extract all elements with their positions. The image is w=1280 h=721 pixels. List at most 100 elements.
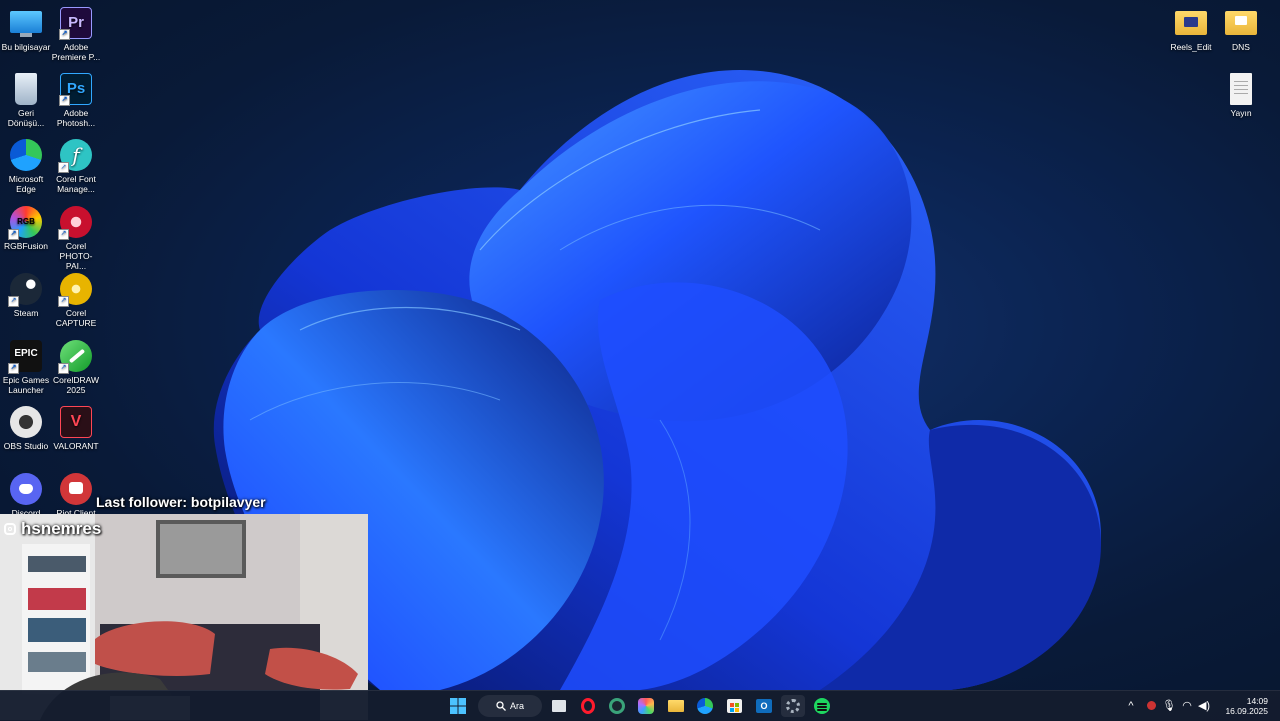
- rgbfusion-icon: RGB ↗: [8, 206, 42, 240]
- desktop-icon-label: Steam: [13, 308, 39, 318]
- spotify-icon: [814, 698, 830, 714]
- coreldraw-icon: ↗: [58, 340, 92, 374]
- recycle-bin-icon: [15, 73, 37, 105]
- shortcut-arrow-icon: ↗: [59, 29, 70, 40]
- volume-icon[interactable]: ◀): [1197, 699, 1211, 713]
- desktop-icon-discord[interactable]: Discord: [0, 473, 52, 518]
- tray-app-icon[interactable]: [1144, 699, 1158, 713]
- desktop-icon-label: DNS: [1232, 42, 1250, 52]
- wifi-icon[interactable]: ◠: [1180, 699, 1194, 713]
- chevron-up-icon[interactable]: ^: [1124, 699, 1138, 713]
- search-icon: [496, 701, 506, 711]
- taskbar-app-circle[interactable]: [605, 695, 629, 717]
- folder-icon: [1225, 11, 1257, 35]
- desktop-icon-label: Adobe Photosh...: [56, 108, 96, 128]
- desktop-icon-rgbfusion[interactable]: RGB ↗ RGBFusion: [0, 206, 52, 251]
- desktop-icon-label: Corel PHOTO-PAI...: [59, 241, 93, 271]
- desktop-icon-label: Corel Font Manage...: [56, 174, 96, 194]
- epic-games-icon: EPIC ↗: [8, 340, 42, 374]
- edge-icon: [697, 698, 713, 714]
- desktop-icon-corel-capture[interactable]: ↗ Corel CAPTURE: [50, 273, 102, 328]
- premiere-icon: Pr ↗: [59, 7, 92, 40]
- desktop-icon-premiere[interactable]: Pr ↗ Adobe Premiere P...: [50, 7, 102, 62]
- desktop-icon-riot-client[interactable]: Riot Client: [50, 473, 102, 518]
- desktop-icon-label: OBS Studio: [3, 441, 49, 451]
- task-view-button[interactable]: [547, 695, 571, 717]
- shortcut-arrow-icon: ↗: [8, 296, 19, 307]
- desktop-icon-valorant[interactable]: V VALORANT: [50, 406, 102, 451]
- taskbar: Ara O ^ 🎙 ◠ ◀) 14:09 16.09.2025: [0, 690, 1280, 721]
- taskbar-settings[interactable]: [781, 695, 805, 717]
- taskbar-spotify[interactable]: [810, 695, 834, 717]
- shortcut-arrow-icon: ↗: [58, 229, 69, 240]
- start-button[interactable]: [446, 695, 470, 717]
- desktop-icon-this-pc[interactable]: Bu bilgisayar: [0, 7, 52, 52]
- clock[interactable]: 14:09 16.09.2025: [1225, 696, 1268, 716]
- opera-icon: [581, 698, 595, 714]
- desktop-icon-coreldraw[interactable]: ↗ CorelDRAW 2025: [50, 340, 102, 395]
- desktop-icon-recycle-bin[interactable]: Geri Dönüşü...: [0, 73, 52, 128]
- desktop-icon-label: CorelDRAW 2025: [53, 375, 99, 395]
- desktop-icon-corel-photopaint[interactable]: ↗ Corel PHOTO-PAI...: [50, 206, 102, 271]
- shortcut-arrow-icon: ↗: [58, 296, 69, 307]
- steam-icon: ↗: [8, 273, 42, 307]
- desktop-icon-photoshop[interactable]: Ps ↗ Adobe Photosh...: [50, 73, 102, 128]
- taskbar-outlook[interactable]: O: [752, 695, 776, 717]
- task-view-icon: [552, 700, 566, 712]
- clock-date: 16.09.2025: [1225, 706, 1268, 716]
- file-explorer-icon: [668, 700, 684, 712]
- corel-photopaint-icon: ↗: [58, 206, 92, 240]
- search-label: Ara: [509, 701, 524, 711]
- taskbar-opera[interactable]: [576, 695, 600, 717]
- shortcut-arrow-icon: ↗: [59, 95, 70, 106]
- discord-icon: [10, 473, 42, 505]
- shortcut-arrow-icon: ↗: [58, 363, 69, 374]
- taskbar-search[interactable]: Ara: [478, 695, 542, 717]
- desktop-icon-edge[interactable]: Microsoft Edge: [0, 139, 52, 194]
- obs-icon: [10, 406, 42, 438]
- desktop-icon-label: VALORANT: [53, 441, 99, 451]
- desktop-folder-reels-edit[interactable]: Reels_Edit: [1165, 7, 1217, 52]
- desktop-icon-epic-games[interactable]: EPIC ↗ Epic Games Launcher: [0, 340, 52, 395]
- valorant-icon: V: [60, 406, 92, 438]
- rgbfusion-abbr: RGB: [17, 217, 35, 226]
- taskbar-edge[interactable]: [693, 695, 717, 717]
- desktop-icon-label: Corel CAPTURE: [55, 308, 97, 328]
- start-icon: [450, 698, 466, 714]
- clock-time: 14:09: [1246, 696, 1268, 706]
- desktop-icon-obs[interactable]: OBS Studio: [0, 406, 52, 451]
- desktop-icon-steam[interactable]: ↗ Steam: [0, 273, 52, 318]
- desktop-icon-label: Adobe Premiere P...: [51, 42, 101, 62]
- shortcut-arrow-icon: ↗: [8, 229, 19, 240]
- microphone-icon[interactable]: 🎙: [1162, 699, 1176, 713]
- corel-capture-icon: ↗: [58, 273, 92, 307]
- desktop-folder-dns[interactable]: DNS: [1215, 7, 1267, 52]
- desktop-icon-label: Reels_Edit: [1170, 42, 1212, 52]
- taskbar-file-explorer[interactable]: [664, 695, 688, 717]
- taskbar-store[interactable]: [722, 695, 746, 717]
- premiere-abbr: Pr: [68, 14, 84, 31]
- shortcut-arrow-icon: ↗: [8, 363, 19, 374]
- instagram-overlay: hsnemres: [4, 519, 101, 539]
- taskbar-m365[interactable]: [634, 695, 658, 717]
- desktop-file-yayin[interactable]: Yayın: [1215, 73, 1267, 118]
- text-file-icon: [1230, 73, 1252, 105]
- m365-icon: [638, 698, 654, 714]
- edge-icon: [10, 139, 42, 171]
- instagram-handle: hsnemres: [21, 519, 102, 538]
- epic-abbr: EPIC: [14, 348, 38, 359]
- photoshop-icon: Ps ↗: [59, 73, 92, 106]
- system-tray: ^ 🎙 ◠ ◀) 14:09 16.09.2025: [1120, 691, 1280, 721]
- app-circle-icon: [609, 698, 625, 714]
- desktop-icon-label: Epic Games Launcher: [2, 375, 50, 395]
- shortcut-arrow-icon: ↗: [58, 162, 69, 173]
- desktop-icon-corel-font-manager[interactable]: f ↗ Corel Font Manage...: [50, 139, 102, 194]
- settings-icon: [786, 699, 800, 713]
- outlook-icon: O: [756, 699, 772, 713]
- monitor-icon: [10, 11, 42, 37]
- desktop-icon-label: Geri Dönüşü...: [7, 108, 45, 128]
- corel-font-icon: f ↗: [58, 139, 92, 173]
- instagram-icon: [4, 523, 16, 535]
- last-follower-overlay: Last follower: botpilavyer: [96, 494, 266, 510]
- store-icon: [726, 699, 742, 713]
